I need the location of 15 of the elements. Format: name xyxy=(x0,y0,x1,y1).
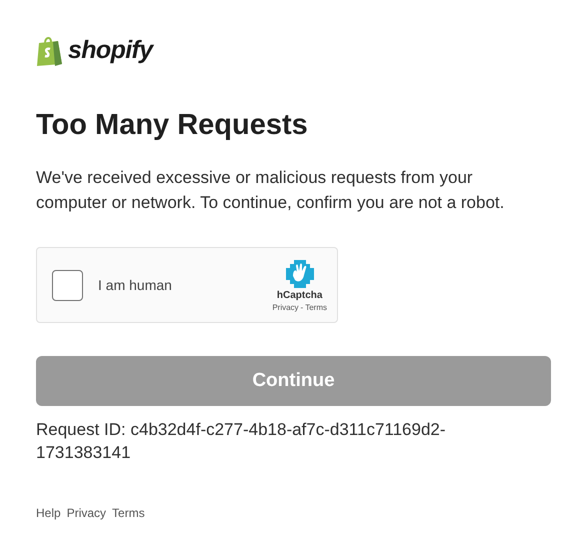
footer-link[interactable]: Help xyxy=(36,504,61,522)
captcha-privacy-link[interactable]: Privacy xyxy=(272,302,299,312)
footer-link[interactable]: Privacy xyxy=(66,504,106,522)
request-id-text: Request ID: c4b32d4f-c277-4b18-af7c-d311c71169d2-1731383141 xyxy=(36,419,447,464)
captcha-checkbox[interactable] xyxy=(52,270,83,300)
shopping-bag-icon xyxy=(36,35,64,67)
hand-logo-icon xyxy=(284,258,316,290)
captcha-brand: hCaptcha xyxy=(276,290,322,302)
captcha-terms-link[interactable]: Terms xyxy=(305,302,327,312)
message-text: We've received excessive or malicious requests from your computer or network. To continue, confirm you are not a robot. xyxy=(36,167,506,214)
logo-wordmark: shopify xyxy=(68,35,153,66)
link-separator: - xyxy=(300,302,304,312)
page-title: Too Many Requests xyxy=(36,108,309,143)
captcha-label: I am human xyxy=(98,276,173,294)
footer-link[interactable]: Terms xyxy=(112,504,145,522)
